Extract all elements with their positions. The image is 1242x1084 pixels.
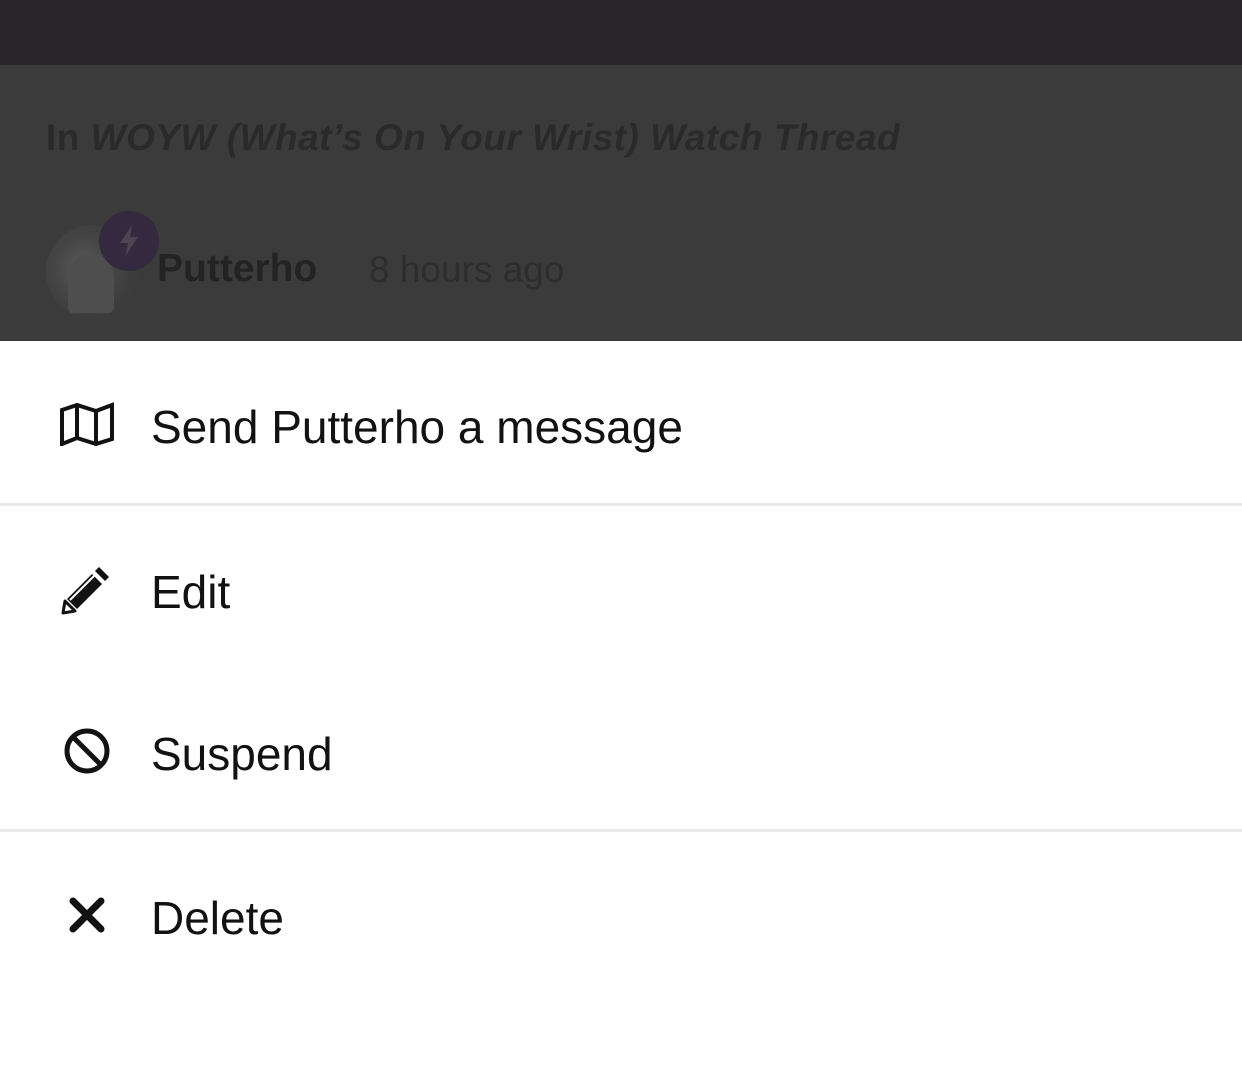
send-message-button[interactable]: Send Putterho a message [0,383,1242,463]
delete-button[interactable]: Delete [0,874,1242,954]
close-icon [58,886,116,944]
divider [0,503,1242,506]
action-sheet: Send Putterho a message Edit Suspend Del… [0,341,1242,1084]
lightning-icon [99,211,159,271]
status-bar [0,0,1242,65]
pencil-icon [58,560,116,618]
divider [0,829,1242,832]
edit-button[interactable]: Edit [0,548,1242,628]
suspend-button[interactable]: Suspend [0,710,1242,790]
avatar-figure [68,255,114,313]
send-message-label: Send Putterho a message [151,401,683,453]
ban-icon [58,722,116,780]
thread-title: WOYW (What’s On Your Wrist) Watch Thread [90,117,901,158]
map-icon [58,395,116,453]
suspend-label: Suspend [151,728,333,780]
edit-label: Edit [151,566,231,618]
dimmed-post-header[interactable]: In WOYW (What’s On Your Wrist) Watch Thr… [0,65,1242,341]
post-timestamp: 8 hours ago [369,249,565,290]
thread-reference: In WOYW (What’s On Your Wrist) Watch Thr… [46,117,900,159]
thread-prefix: In [46,117,80,158]
author-name: Putterho [157,247,318,290]
delete-label: Delete [151,892,284,944]
